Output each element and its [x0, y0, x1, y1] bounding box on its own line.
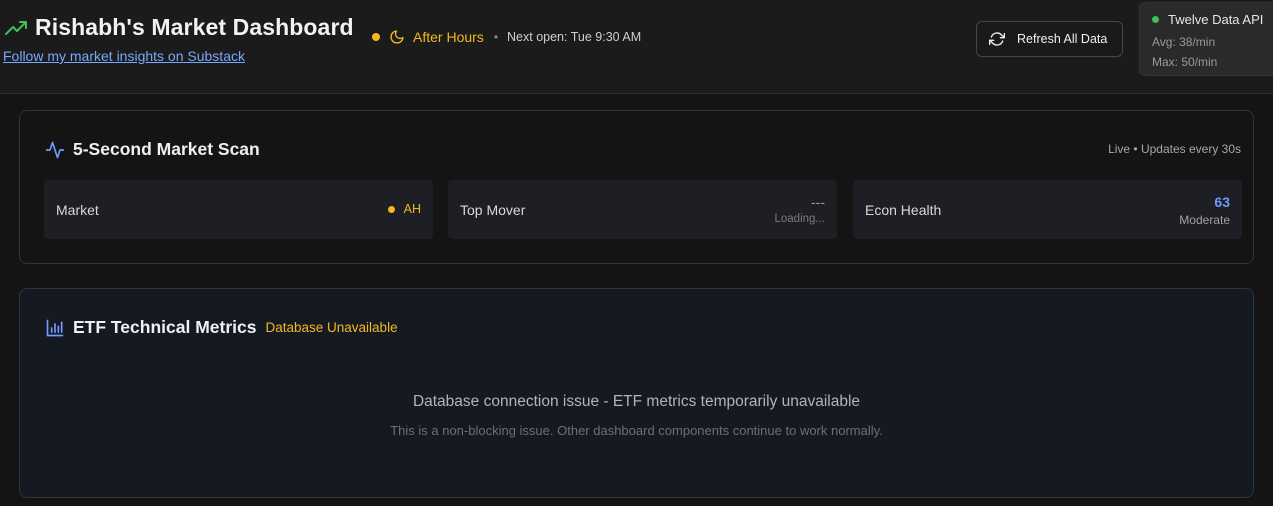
market-scan-title: 5-Second Market Scan	[73, 139, 260, 159]
etf-error-message: Database connection issue - ETF metrics …	[412, 393, 861, 410]
moon-icon	[390, 30, 404, 44]
etf-metrics-title: ETF Technical Metrics	[73, 317, 257, 337]
market-status-dot	[387, 205, 395, 213]
market-status: After Hours • Next open: Tue 9:30 AM	[372, 29, 641, 45]
econ-health-label: Econ Health	[865, 202, 942, 218]
market-tile: Market AH	[44, 180, 433, 239]
substack-link[interactable]: Follow my market insights on Substack	[3, 48, 245, 64]
refresh-all-button[interactable]: Refresh All Data	[976, 21, 1123, 57]
market-scan-card: 5-Second Market Scan Live • Updates ever…	[19, 110, 1254, 264]
live-update-text: Live • Updates every 30s	[1108, 142, 1241, 156]
refresh-all-label: Refresh All Data	[1017, 32, 1108, 46]
api-name: Twelve Data API	[1168, 12, 1264, 27]
title-row: Rishabh's Market Dashboard	[4, 14, 354, 41]
activity-icon	[45, 141, 65, 158]
api-status-row: Twelve Data API	[1152, 12, 1263, 27]
etf-metrics-header: ETF Technical Metrics Database Unavailab…	[45, 317, 398, 338]
refresh-icon	[989, 32, 1005, 46]
etf-error-subtext: This is a non-blocking issue. Other dash…	[390, 423, 883, 438]
econ-health-tile: Econ Health 63 Moderate	[853, 180, 1242, 239]
market-tile-value-text: AH	[403, 202, 421, 216]
header: Rishabh's Market Dashboard Follow my mar…	[0, 0, 1273, 94]
market-tile-label: Market	[56, 202, 99, 218]
top-mover-tile: Top Mover --- Loading...	[448, 180, 837, 239]
page-title: Rishabh's Market Dashboard	[35, 14, 354, 40]
market-tile-value: AH	[387, 202, 421, 216]
status-dot	[372, 33, 380, 41]
bar-chart-icon	[46, 319, 64, 336]
next-open-text: Next open: Tue 9:30 AM	[507, 30, 642, 44]
api-max: Max: 50/min	[1152, 55, 1218, 69]
top-mover-value: ---	[811, 194, 825, 210]
api-avg: Avg: 38/min	[1152, 35, 1216, 49]
api-status-panel: Twelve Data API Avg: 38/min Max: 50/min	[1139, 2, 1273, 76]
top-mover-loading: Loading...	[774, 213, 825, 225]
top-mover-label: Top Mover	[460, 202, 526, 218]
market-status-label: After Hours	[413, 29, 484, 45]
market-scan-header: 5-Second Market Scan	[45, 139, 260, 160]
separator: •	[493, 30, 499, 44]
econ-health-score: 63	[1214, 194, 1230, 210]
api-status-dot	[1152, 16, 1159, 23]
econ-health-rating: Moderate	[1179, 213, 1230, 227]
database-status-badge: Database Unavailable	[265, 320, 398, 335]
trending-up-icon	[5, 20, 27, 35]
etf-metrics-card: ETF Technical Metrics Database Unavailab…	[19, 288, 1254, 498]
